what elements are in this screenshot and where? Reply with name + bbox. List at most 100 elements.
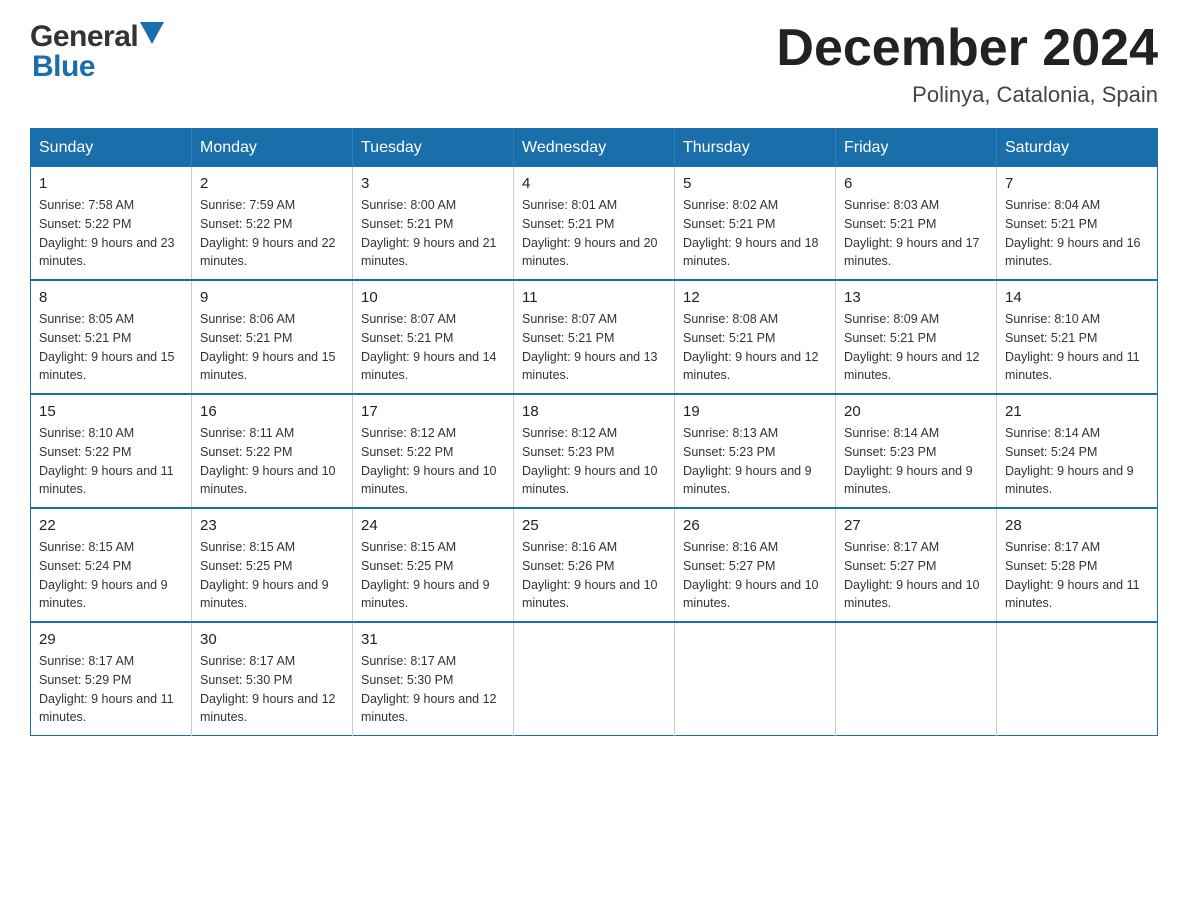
calendar-day-cell: 21 Sunrise: 8:14 AM Sunset: 5:24 PM Dayl… (997, 394, 1158, 508)
day-info: Sunrise: 8:14 AM Sunset: 5:23 PM Dayligh… (844, 424, 988, 499)
day-info: Sunrise: 8:17 AM Sunset: 5:29 PM Dayligh… (39, 652, 183, 727)
day-number: 11 (522, 289, 666, 306)
logo: General Blue (30, 20, 164, 84)
calendar-day-cell: 5 Sunrise: 8:02 AM Sunset: 5:21 PM Dayli… (675, 167, 836, 280)
day-number: 28 (1005, 517, 1149, 534)
day-number: 10 (361, 289, 505, 306)
day-info: Sunrise: 8:17 AM Sunset: 5:28 PM Dayligh… (1005, 538, 1149, 613)
day-number: 13 (844, 289, 988, 306)
day-number: 7 (1005, 175, 1149, 192)
calendar-day-cell: 2 Sunrise: 7:59 AM Sunset: 5:22 PM Dayli… (192, 167, 353, 280)
day-info: Sunrise: 8:07 AM Sunset: 5:21 PM Dayligh… (522, 310, 666, 385)
day-number: 14 (1005, 289, 1149, 306)
logo-triangle-icon (140, 22, 164, 44)
day-of-week-header: Thursday (675, 129, 836, 168)
day-number: 1 (39, 175, 183, 192)
location-text: Polinya, Catalonia, Spain (776, 82, 1158, 108)
calendar-day-cell: 6 Sunrise: 8:03 AM Sunset: 5:21 PM Dayli… (836, 167, 997, 280)
page-header: General Blue December 2024 Polinya, Cata… (30, 20, 1158, 108)
calendar-day-cell: 12 Sunrise: 8:08 AM Sunset: 5:21 PM Dayl… (675, 280, 836, 394)
calendar-day-cell: 24 Sunrise: 8:15 AM Sunset: 5:25 PM Dayl… (353, 508, 514, 622)
day-number: 4 (522, 175, 666, 192)
day-info: Sunrise: 8:12 AM Sunset: 5:22 PM Dayligh… (361, 424, 505, 499)
calendar-week-row: 15 Sunrise: 8:10 AM Sunset: 5:22 PM Dayl… (31, 394, 1158, 508)
day-of-week-header: Tuesday (353, 129, 514, 168)
day-number: 17 (361, 403, 505, 420)
day-of-week-header: Sunday (31, 129, 192, 168)
calendar-header-row: SundayMondayTuesdayWednesdayThursdayFrid… (31, 129, 1158, 168)
day-info: Sunrise: 8:17 AM Sunset: 5:30 PM Dayligh… (200, 652, 344, 727)
logo-general-text: General (30, 20, 138, 54)
calendar-day-cell (997, 622, 1158, 736)
day-info: Sunrise: 8:07 AM Sunset: 5:21 PM Dayligh… (361, 310, 505, 385)
day-info: Sunrise: 7:58 AM Sunset: 5:22 PM Dayligh… (39, 196, 183, 271)
calendar-table: SundayMondayTuesdayWednesdayThursdayFrid… (30, 128, 1158, 736)
day-number: 29 (39, 631, 183, 648)
calendar-week-row: 22 Sunrise: 8:15 AM Sunset: 5:24 PM Dayl… (31, 508, 1158, 622)
calendar-day-cell (514, 622, 675, 736)
day-number: 5 (683, 175, 827, 192)
calendar-day-cell: 27 Sunrise: 8:17 AM Sunset: 5:27 PM Dayl… (836, 508, 997, 622)
calendar-day-cell: 4 Sunrise: 8:01 AM Sunset: 5:21 PM Dayli… (514, 167, 675, 280)
day-info: Sunrise: 8:00 AM Sunset: 5:21 PM Dayligh… (361, 196, 505, 271)
calendar-day-cell: 10 Sunrise: 8:07 AM Sunset: 5:21 PM Dayl… (353, 280, 514, 394)
day-of-week-header: Wednesday (514, 129, 675, 168)
calendar-day-cell: 8 Sunrise: 8:05 AM Sunset: 5:21 PM Dayli… (31, 280, 192, 394)
month-title: December 2024 (776, 20, 1158, 77)
day-info: Sunrise: 8:10 AM Sunset: 5:21 PM Dayligh… (1005, 310, 1149, 385)
day-number: 6 (844, 175, 988, 192)
day-number: 9 (200, 289, 344, 306)
day-info: Sunrise: 8:11 AM Sunset: 5:22 PM Dayligh… (200, 424, 344, 499)
calendar-day-cell (836, 622, 997, 736)
calendar-week-row: 29 Sunrise: 8:17 AM Sunset: 5:29 PM Dayl… (31, 622, 1158, 736)
calendar-day-cell: 7 Sunrise: 8:04 AM Sunset: 5:21 PM Dayli… (997, 167, 1158, 280)
calendar-day-cell: 16 Sunrise: 8:11 AM Sunset: 5:22 PM Dayl… (192, 394, 353, 508)
day-number: 31 (361, 631, 505, 648)
calendar-day-cell: 14 Sunrise: 8:10 AM Sunset: 5:21 PM Dayl… (997, 280, 1158, 394)
day-info: Sunrise: 8:16 AM Sunset: 5:27 PM Dayligh… (683, 538, 827, 613)
day-info: Sunrise: 8:15 AM Sunset: 5:24 PM Dayligh… (39, 538, 183, 613)
calendar-day-cell: 30 Sunrise: 8:17 AM Sunset: 5:30 PM Dayl… (192, 622, 353, 736)
day-info: Sunrise: 8:02 AM Sunset: 5:21 PM Dayligh… (683, 196, 827, 271)
calendar-day-cell: 19 Sunrise: 8:13 AM Sunset: 5:23 PM Dayl… (675, 394, 836, 508)
calendar-week-row: 8 Sunrise: 8:05 AM Sunset: 5:21 PM Dayli… (31, 280, 1158, 394)
calendar-day-cell: 15 Sunrise: 8:10 AM Sunset: 5:22 PM Dayl… (31, 394, 192, 508)
day-number: 15 (39, 403, 183, 420)
day-info: Sunrise: 8:08 AM Sunset: 5:21 PM Dayligh… (683, 310, 827, 385)
day-number: 8 (39, 289, 183, 306)
day-number: 19 (683, 403, 827, 420)
day-number: 16 (200, 403, 344, 420)
day-info: Sunrise: 8:01 AM Sunset: 5:21 PM Dayligh… (522, 196, 666, 271)
day-info: Sunrise: 8:12 AM Sunset: 5:23 PM Dayligh… (522, 424, 666, 499)
day-info: Sunrise: 8:04 AM Sunset: 5:21 PM Dayligh… (1005, 196, 1149, 271)
day-number: 25 (522, 517, 666, 534)
calendar-day-cell: 22 Sunrise: 8:15 AM Sunset: 5:24 PM Dayl… (31, 508, 192, 622)
day-info: Sunrise: 7:59 AM Sunset: 5:22 PM Dayligh… (200, 196, 344, 271)
day-number: 20 (844, 403, 988, 420)
day-info: Sunrise: 8:15 AM Sunset: 5:25 PM Dayligh… (361, 538, 505, 613)
day-number: 26 (683, 517, 827, 534)
day-info: Sunrise: 8:03 AM Sunset: 5:21 PM Dayligh… (844, 196, 988, 271)
calendar-day-cell: 26 Sunrise: 8:16 AM Sunset: 5:27 PM Dayl… (675, 508, 836, 622)
calendar-day-cell: 29 Sunrise: 8:17 AM Sunset: 5:29 PM Dayl… (31, 622, 192, 736)
day-info: Sunrise: 8:17 AM Sunset: 5:30 PM Dayligh… (361, 652, 505, 727)
day-info: Sunrise: 8:17 AM Sunset: 5:27 PM Dayligh… (844, 538, 988, 613)
day-info: Sunrise: 8:15 AM Sunset: 5:25 PM Dayligh… (200, 538, 344, 613)
calendar-day-cell: 13 Sunrise: 8:09 AM Sunset: 5:21 PM Dayl… (836, 280, 997, 394)
calendar-day-cell (675, 622, 836, 736)
day-info: Sunrise: 8:13 AM Sunset: 5:23 PM Dayligh… (683, 424, 827, 499)
calendar-day-cell: 17 Sunrise: 8:12 AM Sunset: 5:22 PM Dayl… (353, 394, 514, 508)
calendar-day-cell: 20 Sunrise: 8:14 AM Sunset: 5:23 PM Dayl… (836, 394, 997, 508)
calendar-day-cell: 25 Sunrise: 8:16 AM Sunset: 5:26 PM Dayl… (514, 508, 675, 622)
day-of-week-header: Friday (836, 129, 997, 168)
calendar-day-cell: 9 Sunrise: 8:06 AM Sunset: 5:21 PM Dayli… (192, 280, 353, 394)
day-number: 12 (683, 289, 827, 306)
day-info: Sunrise: 8:16 AM Sunset: 5:26 PM Dayligh… (522, 538, 666, 613)
calendar-day-cell: 28 Sunrise: 8:17 AM Sunset: 5:28 PM Dayl… (997, 508, 1158, 622)
day-info: Sunrise: 8:05 AM Sunset: 5:21 PM Dayligh… (39, 310, 183, 385)
calendar-day-cell: 11 Sunrise: 8:07 AM Sunset: 5:21 PM Dayl… (514, 280, 675, 394)
day-number: 24 (361, 517, 505, 534)
day-number: 22 (39, 517, 183, 534)
day-number: 18 (522, 403, 666, 420)
calendar-day-cell: 31 Sunrise: 8:17 AM Sunset: 5:30 PM Dayl… (353, 622, 514, 736)
